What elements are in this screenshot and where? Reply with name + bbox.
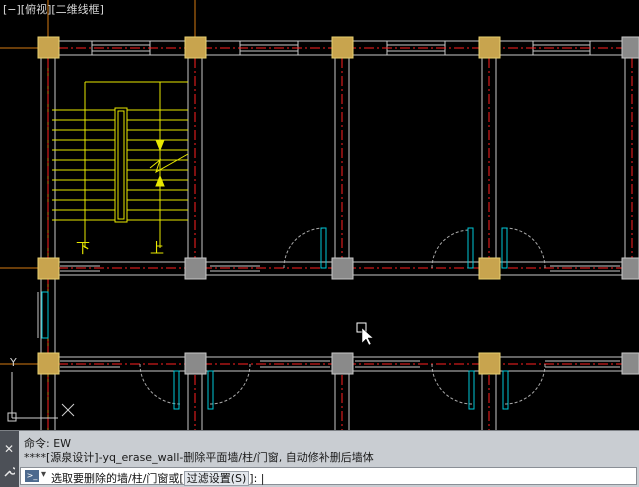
command-history-line: ****[源泉设计]-yq_erase_wall-删除平面墙/柱/门窗, 自动修… xyxy=(24,451,374,464)
staircase xyxy=(52,81,189,248)
cursor-icon xyxy=(356,322,374,346)
recent-commands-arrow-icon[interactable]: ▾ xyxy=(41,469,46,480)
left-wall-door xyxy=(37,291,49,339)
stair-down-label: 下 xyxy=(76,241,90,257)
command-line-panel: ✕ 命令: EW ****[源泉设计]-yq_erase_wall-删除平面墙/… xyxy=(0,430,639,487)
command-history-line: 命令: EW xyxy=(24,437,72,450)
close-icon[interactable]: ✕ xyxy=(4,443,14,455)
ucs-y-label: Y xyxy=(9,356,17,369)
prompt-prefix: 选取要删除的墙/柱/门窗或[ xyxy=(51,472,184,485)
prompt-suffix: ]: xyxy=(249,472,258,485)
floor-plan-canvas[interactable]: 下 上 Y xyxy=(0,0,639,430)
columns xyxy=(37,36,639,375)
drawing-viewport[interactable]: 下 上 Y [−][俯视][二维线框] xyxy=(0,0,639,430)
grid-lines xyxy=(0,0,196,430)
command-input[interactable]: >_ ▾ 选取要删除的墙/柱/门窗或[过滤设置(S)]: | xyxy=(20,467,637,486)
command-prompt-icon[interactable]: >_ xyxy=(25,470,39,482)
viewport-controls-label[interactable]: [−][俯视][二维线框] xyxy=(3,3,104,16)
command-line-sidebar: ✕ xyxy=(0,431,19,487)
command-prompt-text: 选取要删除的墙/柱/门窗或[过滤设置(S)]: | xyxy=(51,471,265,486)
wrench-icon[interactable] xyxy=(4,466,17,480)
windows xyxy=(60,41,620,368)
filter-settings-option[interactable]: 过滤设置(S) xyxy=(183,471,250,486)
stair-up-label: 上 xyxy=(150,241,164,257)
